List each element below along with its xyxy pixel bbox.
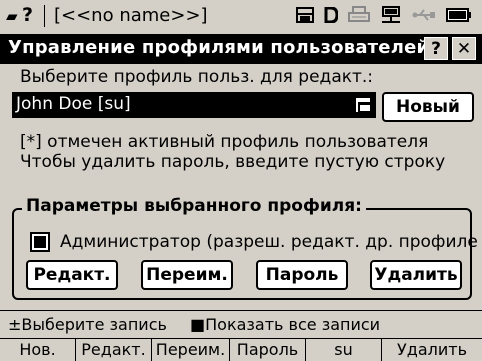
printer-icon <box>348 6 370 22</box>
admin-checkbox-label: Администратор (разреш. редакт. др. профи… <box>60 232 478 252</box>
battery-icon <box>446 8 471 22</box>
softkey-edit[interactable]: Редакт. <box>76 339 152 361</box>
profile-select[interactable]: John Doe [su] <box>12 92 376 118</box>
window-title: Управление профилями пользователей <box>8 37 430 58</box>
rename-button[interactable]: Переим. <box>141 260 233 290</box>
window-titlebar: Управление профилями пользователей ? ✕ <box>0 34 482 64</box>
admin-checkbox[interactable] <box>30 232 50 252</box>
group-title: Параметры выбранного профиля: <box>22 196 366 216</box>
disk-icon <box>296 7 314 23</box>
note-delete-password: Чтобы удалить пароль, введите пустую стр… <box>20 152 446 172</box>
delete-button[interactable]: Удалить <box>370 260 462 290</box>
softkey-delete[interactable]: Удалить <box>382 339 482 361</box>
password-button[interactable]: Пароль <box>256 260 348 290</box>
softkey-su[interactable]: su <box>306 339 382 361</box>
status-separator <box>44 5 45 27</box>
help-question-mark[interactable]: ? <box>22 4 33 26</box>
new-profile-button[interactable]: Новый <box>382 92 474 122</box>
menu-icon[interactable]: ▰ <box>6 7 18 25</box>
document-name: [<<no name>>] <box>54 5 208 26</box>
status-icons <box>296 6 472 24</box>
hint-select-record: ±Выберите запись <box>8 315 167 334</box>
softkey-password[interactable]: Пароль <box>230 339 306 361</box>
softkey-bar: Нов. Редакт. Переим. Пароль su Удалить <box>0 338 482 361</box>
hint-bar: ±Выберите запись ■Показать все записи <box>0 310 482 338</box>
softkey-rename[interactable]: Переим. <box>152 339 230 361</box>
edit-button[interactable]: Редакт. <box>26 260 118 290</box>
help-button[interactable]: ? <box>424 37 448 60</box>
select-profile-prompt: Выберите профиль польз. для редакт.: <box>20 67 374 87</box>
close-button[interactable]: ✕ <box>452 37 476 60</box>
softkey-new[interactable]: Нов. <box>0 339 76 361</box>
hint-show-all: ■Показать все записи <box>190 315 381 334</box>
note-active-profile: [*] отмечен активный профиль пользовател… <box>20 132 429 152</box>
profile-select-value: John Doe [su] <box>16 94 131 114</box>
dropdown-icon[interactable] <box>354 96 372 114</box>
usb-icon <box>412 9 435 21</box>
d-letter-icon <box>324 7 338 23</box>
status-bar: ▰ ? [<<no name>>] <box>0 0 482 34</box>
network-icon <box>382 6 400 23</box>
